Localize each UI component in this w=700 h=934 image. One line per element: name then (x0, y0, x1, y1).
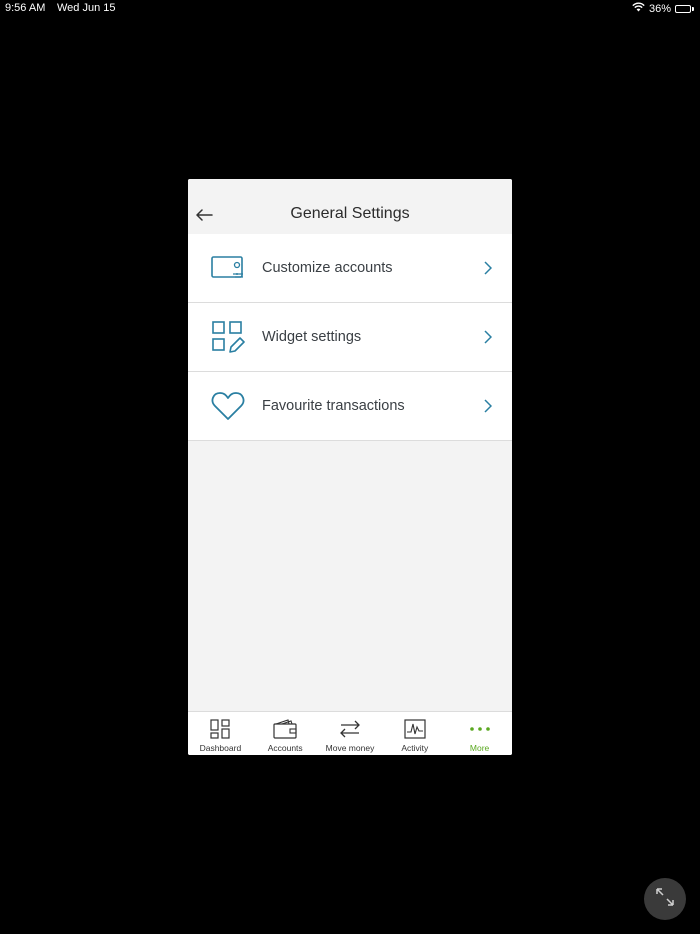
wallet-card-icon (210, 250, 246, 286)
battery-charging-icon (675, 4, 694, 13)
settings-item-label: Widget settings (262, 329, 362, 345)
tab-dashboard[interactable]: Dashboard (188, 712, 253, 755)
settings-item-label: Customize accounts (262, 260, 393, 276)
chevron-right-icon (484, 398, 494, 414)
header: General Settings (188, 179, 512, 234)
more-dots-icon (468, 717, 492, 741)
tab-activity[interactable]: Activity (382, 712, 447, 755)
status-time: 9:56 AM (5, 2, 46, 14)
activity-chart-icon (403, 717, 427, 741)
resize-arrows-icon (655, 887, 675, 912)
settings-item-label: Favourite transactions (262, 398, 405, 414)
tab-label: Move money (325, 743, 375, 753)
tab-move-money[interactable]: Move money (318, 712, 383, 755)
dashboard-icon (208, 717, 232, 741)
battery-percent: 36% (648, 2, 671, 15)
grid-edit-icon (210, 319, 246, 355)
wallet-icon (273, 717, 297, 741)
tab-label: Activity (401, 743, 429, 753)
wifi-icon (632, 2, 645, 15)
heart-icon (210, 388, 246, 424)
status-date: Wed Jun 15 (57, 2, 116, 14)
resize-button[interactable] (644, 878, 686, 920)
tab-label: More (469, 743, 490, 753)
tab-label: Accounts (267, 743, 303, 753)
status-right: 36% (632, 2, 694, 15)
settings-item-customize-accounts[interactable]: Customize accounts (188, 234, 512, 303)
chevron-right-icon (484, 260, 494, 276)
status-bar: 9:56 AM Wed Jun 15 36% (0, 0, 700, 18)
settings-item-widget-settings[interactable]: Widget settings (188, 303, 512, 372)
tab-more[interactable]: More (447, 712, 512, 755)
app-window: General Settings Customize accounts Widg… (188, 179, 512, 755)
tab-bar: Dashboard Accounts Move money Activity M… (188, 711, 512, 755)
transfer-arrows-icon (338, 717, 362, 741)
chevron-right-icon (484, 329, 494, 345)
settings-list: Customize accounts Widget settings Favou… (188, 234, 512, 441)
tab-accounts[interactable]: Accounts (253, 712, 318, 755)
page-title: General Settings (290, 205, 410, 222)
tab-label: Dashboard (199, 743, 242, 753)
settings-item-favourite-transactions[interactable]: Favourite transactions (188, 372, 512, 441)
